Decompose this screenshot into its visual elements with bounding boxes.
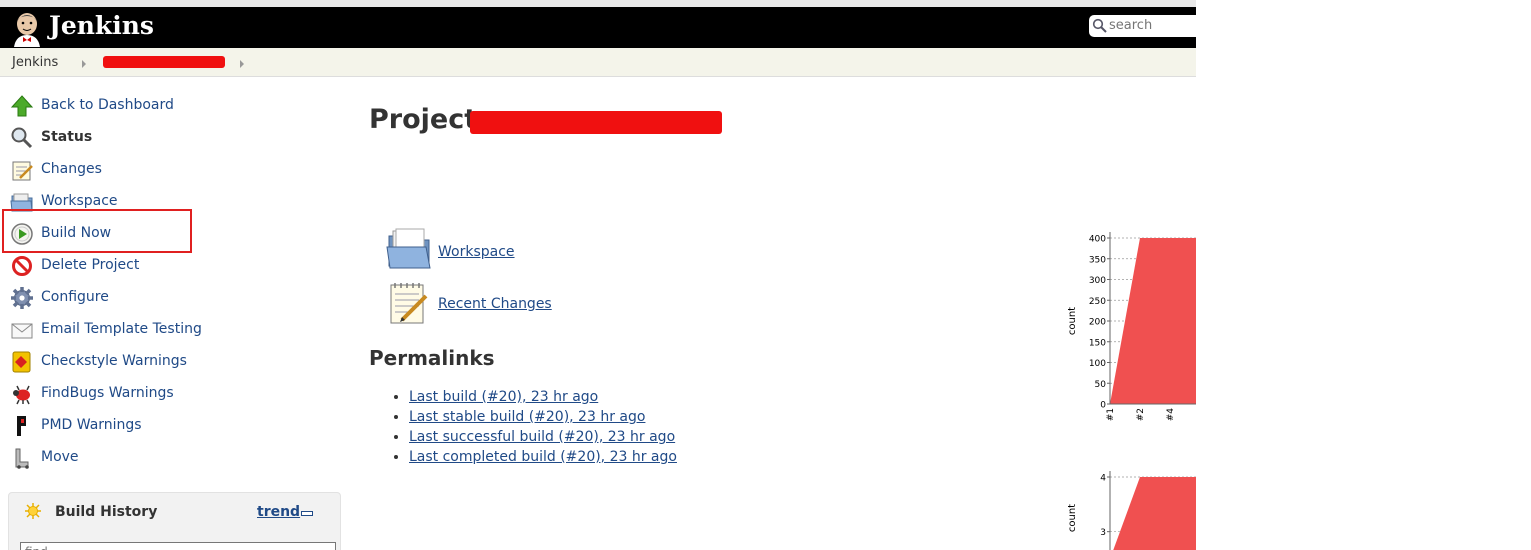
list-item: Last build (#20), 23 hr ago [409,387,677,407]
notepad-icon [12,161,33,181]
task-label[interactable]: FindBugs Warnings [41,385,174,401]
y-tick-label: 350 [1089,255,1106,265]
test-trend-chart[interactable]: count050100150200250300350400#1 #2 #4 [1060,226,1196,426]
workspace-link[interactable]: Workspace [438,244,515,260]
recent-changes-link-row[interactable]: Recent Changes [386,280,556,326]
breadcrumb: Jenkins [0,48,1196,77]
gear-icon [11,287,33,309]
permalink-last-successful-build[interactable]: Last successful build (#20), 23 hr ago [409,429,675,445]
jenkins-butler-logo[interactable] [10,11,44,47]
y-tick-label: 100 [1089,359,1106,369]
checkstyle-icon [12,351,31,373]
x-tick-label: #2 [1136,408,1146,421]
search-input[interactable] [1109,17,1196,33]
task-label[interactable]: Delete Project [41,257,139,273]
task-label[interactable]: Move [41,449,79,465]
breadcrumb-jenkins[interactable]: Jenkins [12,55,58,70]
warnings-trend-chart[interactable]: count 3 4 [1060,464,1196,550]
y-tick-label: 50 [1095,380,1107,390]
jenkins-header: Jenkins [0,7,1196,48]
folder-icon [386,228,431,269]
task-label[interactable]: Configure [41,289,109,305]
envelope-icon [11,323,33,339]
jenkins-brand-title[interactable]: Jenkins [49,11,154,40]
y-tick-label: 4 [1100,474,1106,484]
bookmarks-bar [0,0,1196,7]
trend-link[interactable]: trend [257,504,300,520]
series-area [1113,477,1196,550]
y-axis-title: count [1067,504,1078,532]
x-tick-label: #1 [1106,408,1116,421]
workspace-link-row[interactable]: Workspace [386,228,526,272]
page-title: Project [369,104,477,135]
search-status-icon [11,127,33,149]
task-label[interactable]: Email Template Testing [41,321,202,337]
recent-changes-link[interactable]: Recent Changes [438,296,552,312]
search-icon [1092,18,1107,33]
collapse-icon[interactable] [301,511,313,516]
move-icon [15,448,29,469]
y-axis-title: count [1067,307,1078,335]
permalinks-heading: Permalinks [369,346,495,370]
build-history-title: Build History [55,504,158,520]
breadcrumb-arrow-icon [82,60,86,68]
task-label[interactable]: Changes [41,161,102,177]
x-tick-label: #4 [1166,408,1176,422]
redacted-project-crumb[interactable] [103,56,225,68]
build-now-highlight [2,209,192,253]
page-title-prefix: Project [369,104,478,135]
y-tick-label: 250 [1089,297,1106,307]
search-box[interactable] [1089,15,1196,37]
pmd-icon [17,416,26,436]
bug-icon [13,385,30,405]
build-history-filter-input[interactable] [20,542,336,550]
y-tick-label: 3 [1100,528,1106,538]
task-label[interactable]: Status [41,129,92,145]
y-tick-label: 150 [1089,338,1106,348]
permalinks-list: Last build (#20), 23 hr ago Last stable … [393,387,677,467]
sun-icon [25,503,41,519]
no-entry-icon [12,256,32,276]
task-label[interactable]: Back to Dashboard [41,97,174,113]
browser-viewport: Jenkins Jenkins Back to Dashboard Status [0,0,1196,550]
up-arrow-icon [10,95,34,117]
y-tick-label: 200 [1089,318,1106,328]
permalink-last-stable-build[interactable]: Last stable build (#20), 23 hr ago [409,409,645,425]
task-label[interactable]: PMD Warnings [41,417,142,433]
breadcrumb-arrow-icon [240,60,244,68]
task-label[interactable]: Workspace [41,193,118,209]
list-item: Last successful build (#20), 23 hr ago [409,427,677,447]
y-tick-label: 300 [1089,276,1106,286]
list-item: Last stable build (#20), 23 hr ago [409,407,677,427]
y-tick-label: 400 [1089,235,1106,245]
permalink-last-completed-build[interactable]: Last completed build (#20), 23 hr ago [409,449,677,465]
build-history-panel: Build History trend [8,492,341,550]
permalink-last-build[interactable]: Last build (#20), 23 hr ago [409,389,598,405]
task-label[interactable]: Checkstyle Warnings [41,353,187,369]
notepad-icon [390,283,428,324]
list-item: Last completed build (#20), 23 hr ago [409,447,677,467]
redacted-project-name [470,111,722,134]
